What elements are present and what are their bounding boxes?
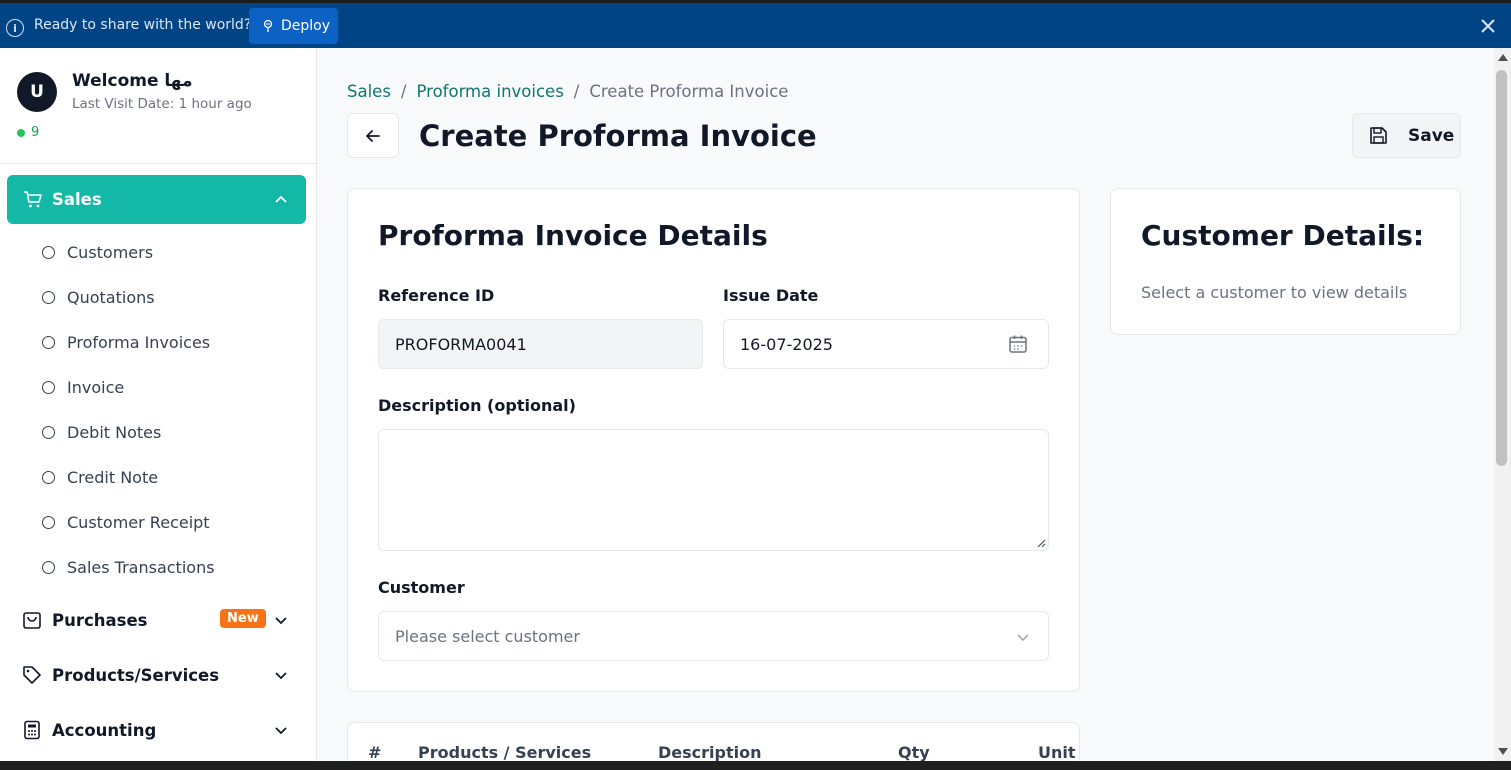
circle-icon [42,470,55,484]
calculator-icon [24,720,40,740]
resize-handle-icon[interactable] [1036,538,1046,548]
sidebar-item-label: Quotations [67,287,155,307]
circle-icon [42,380,55,394]
close-icon[interactable] [1479,17,1497,35]
save-label: Save [1408,125,1455,146]
sidebar-item-debit-notes[interactable]: Debit Notes [42,420,161,444]
sidebar-item-label: Customer Receipt [67,512,210,532]
online-count: 9 [31,125,40,140]
divider [0,163,316,164]
avatar[interactable]: U [17,72,57,112]
chevron-up-icon [275,195,287,203]
customer-placeholder: Please select customer [395,626,580,646]
deploy-icon [263,19,273,32]
sidebar-item-customers[interactable]: Customers [42,240,153,264]
info-icon: i [6,19,24,37]
sidebar-item-label: Invoice [67,377,125,397]
breadcrumb-separator: / [573,82,580,101]
deploy-banner: i Ready to share with the world? Deploy [0,0,1511,48]
sidebar-item-sales[interactable]: Sales [7,175,306,224]
line-items-table: # Products / Services Description Qty Un… [347,722,1080,761]
sidebar-item-sales-transactions[interactable]: Sales Transactions [42,555,215,579]
back-button[interactable] [347,113,399,158]
chevron-down-icon [275,672,287,680]
save-icon [1370,127,1387,144]
sidebar-item-invoice[interactable]: Invoice [42,375,124,399]
circle-icon [42,560,55,574]
new-badge: New [220,609,266,628]
deploy-button[interactable]: Deploy [249,8,338,44]
breadcrumb-current: Create Proforma Invoice [589,82,789,101]
circle-icon [42,245,55,259]
sidebar-item-label: Sales Transactions [67,557,215,577]
issue-date-value: 16-07-2025 [740,334,833,354]
customer-details-card: Customer Details: Select a customer to v… [1110,188,1461,335]
issue-date-label: Issue Date [723,286,819,305]
banner-text: Ready to share with the world? [34,17,252,33]
sidebar-item-customer-receipt[interactable]: Customer Receipt [42,510,210,534]
customer-details-title: Customer Details: [1141,219,1425,252]
breadcrumb: Sales / Proforma invoices / Create Profo… [347,82,788,101]
cart-icon [24,191,42,208]
description-textarea[interactable] [378,429,1049,551]
reference-id-label: Reference ID [378,286,495,305]
tag-icon [23,666,41,684]
chevron-down-icon [275,617,287,625]
sidebar-item-label: Sales [52,190,102,209]
scroll-up-icon[interactable] [1498,54,1508,61]
page-scrollbar[interactable] [1494,48,1511,761]
sidebar-item-label: Accounting [52,720,157,740]
circle-icon [42,425,55,439]
description-label: Description (optional) [378,396,576,415]
sidebar-item-label: Proforma Invoices [67,332,211,352]
scroll-down-icon[interactable] [1498,748,1508,755]
shopping-bag-icon [23,612,41,629]
circle-icon [42,515,55,529]
sidebar-item-label: Products/Services [52,665,220,685]
save-button[interactable]: Save [1352,113,1461,158]
sidebar-item-label: Credit Note [67,467,159,487]
window-bottom-edge [0,761,1511,770]
circle-icon [42,290,55,304]
last-visit-text: Last Visit Date: 1 hour ago [72,96,252,112]
deploy-label: Deploy [281,18,331,34]
sidebar-item-proforma-invoices[interactable]: Proforma Invoices [42,330,210,354]
sidebar-item-label: Purchases [52,610,148,630]
issue-date-field[interactable]: 16-07-2025 [723,319,1049,369]
customer-label: Customer [378,578,465,597]
customer-select[interactable]: Please select customer [378,611,1049,661]
breadcrumb-sales[interactable]: Sales [347,82,391,101]
reference-id-value: PROFORMA0041 [395,334,527,354]
breadcrumb-separator: / [400,82,407,101]
arrow-left-icon [366,129,380,142]
main-content: Sales / Proforma invoices / Create Profo… [317,48,1494,761]
column-header-qty: Qty [898,743,930,761]
online-status-icon [17,129,25,137]
circle-icon [42,335,55,349]
details-title: Proforma Invoice Details [378,219,768,252]
column-header-description: Description [658,743,762,761]
chevron-down-icon [1017,634,1029,642]
breadcrumb-proforma-invoices[interactable]: Proforma invoices [416,82,563,101]
calendar-icon[interactable] [1008,334,1028,354]
sidebar-item-credit-note[interactable]: Credit Note [42,465,158,489]
proforma-details-card: Proforma Invoice Details Reference ID PR… [347,188,1080,692]
sidebar-item-label: Customers [67,242,154,262]
column-header-unit-price: Unit P [1038,743,1080,761]
sidebar-item-products-services[interactable]: Products/Services [22,661,294,689]
sidebar-item-quotations[interactable]: Quotations [42,285,155,309]
reference-id-field[interactable]: PROFORMA0041 [378,319,703,369]
sidebar-item-accounting[interactable]: Accounting [22,716,294,744]
sidebar: U Welcome مها Last Visit Date: 1 hour ag… [0,48,317,761]
scrollbar-thumb[interactable] [1496,70,1507,466]
customer-empty-text: Select a customer to view details [1141,283,1408,302]
chevron-down-icon [275,727,287,735]
welcome-text: Welcome مها [72,71,193,91]
column-header-products: Products / Services [418,743,592,761]
sidebar-item-purchases[interactable]: Purchases New [22,606,294,634]
sidebar-item-label: Debit Notes [67,422,162,442]
page-title: Create Proforma Invoice [419,119,817,153]
column-header-number: # [368,743,382,761]
